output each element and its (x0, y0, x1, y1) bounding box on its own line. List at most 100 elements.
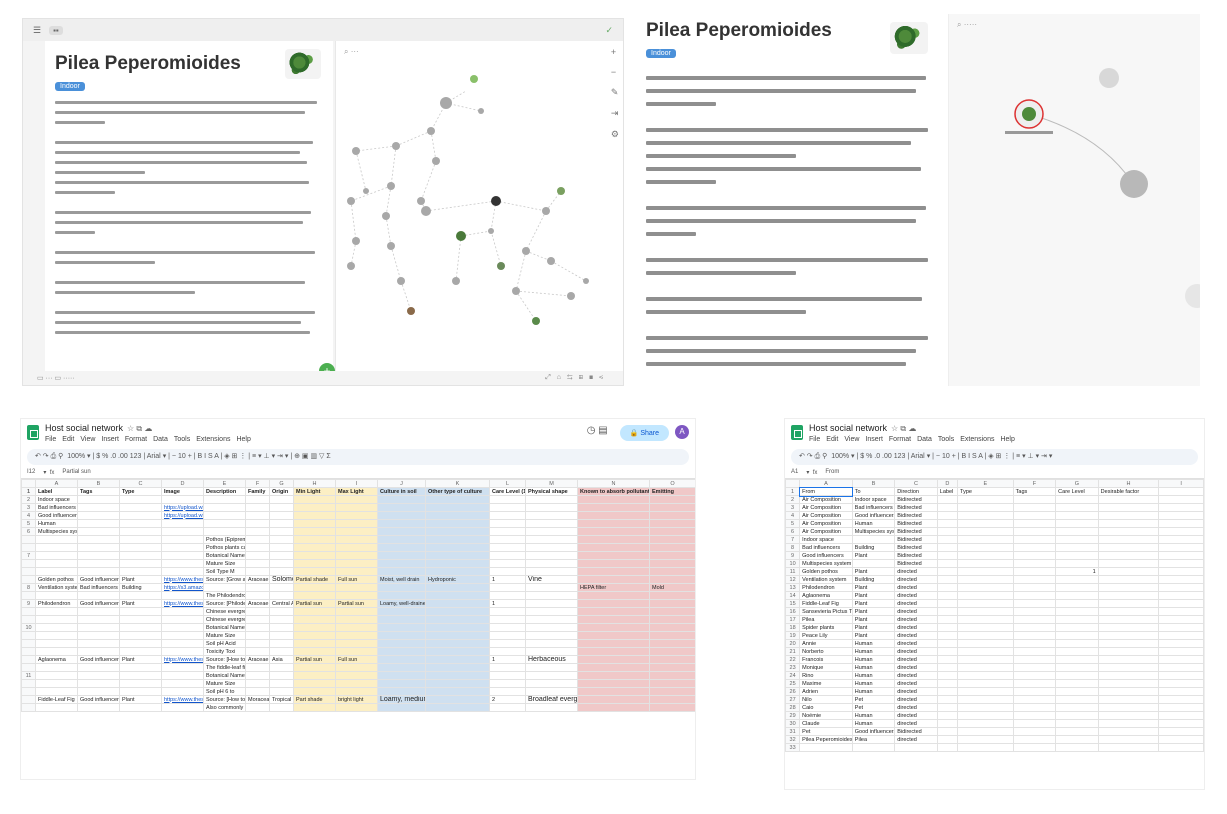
cell[interactable] (269, 687, 294, 696)
cell[interactable] (425, 551, 490, 560)
right-cell[interactable]: directed (894, 647, 938, 656)
cell[interactable] (649, 527, 695, 536)
cell[interactable] (577, 623, 650, 632)
cell[interactable]: Mature Size (203, 559, 246, 568)
right-menu-data[interactable]: Data (917, 436, 932, 443)
cell[interactable] (245, 639, 270, 648)
right-cell[interactable] (1158, 527, 1204, 536)
cell[interactable]: Source: [How to (203, 695, 246, 704)
cell[interactable] (161, 591, 204, 600)
cell[interactable]: Mature Size (203, 679, 246, 688)
cell[interactable] (335, 543, 378, 552)
right-cell[interactable] (936, 495, 959, 504)
cell[interactable] (119, 591, 162, 600)
cell[interactable] (649, 615, 695, 624)
right-menu-file[interactable]: File (809, 436, 820, 443)
cell[interactable] (245, 703, 270, 712)
cell[interactable]: HEPA filter (577, 583, 650, 592)
cell[interactable]: bright light (335, 695, 378, 704)
cell[interactable] (489, 559, 526, 568)
right-cell[interactable] (1055, 647, 1099, 656)
cell[interactable] (77, 615, 120, 624)
right-cell[interactable] (936, 567, 959, 576)
right-star-icon[interactable]: ☆ ⧉ ☁ (891, 424, 916, 433)
right-cell[interactable] (1055, 527, 1099, 536)
cell[interactable] (269, 663, 294, 672)
cell[interactable] (425, 527, 490, 536)
right-cell[interactable] (936, 719, 959, 728)
cell[interactable]: 1 (489, 575, 526, 584)
right-cell[interactable]: Bad influencers (799, 543, 853, 552)
cell[interactable] (649, 591, 695, 600)
right-cell[interactable] (1012, 519, 1057, 528)
right-cell[interactable] (1097, 519, 1160, 528)
cell[interactable] (377, 607, 426, 616)
right-cell[interactable] (1097, 655, 1160, 664)
cell[interactable] (119, 607, 162, 616)
header-cell[interactable]: Family (245, 487, 270, 496)
right-row-header[interactable]: 21 (785, 647, 801, 656)
row-header[interactable] (21, 687, 36, 696)
right-row-header[interactable]: 28 (785, 703, 801, 712)
right-cell[interactable]: directed (894, 719, 938, 728)
right-header-cell[interactable]: Tags (1012, 487, 1057, 496)
right-cell[interactable] (1012, 663, 1057, 672)
account-avatar[interactable]: A (675, 425, 689, 439)
cell[interactable] (293, 527, 336, 536)
right-cell[interactable] (1158, 591, 1204, 600)
cell[interactable] (335, 679, 378, 688)
cell[interactable] (335, 639, 378, 648)
right-cell[interactable] (957, 711, 1014, 720)
cell[interactable] (269, 591, 294, 600)
cell[interactable] (425, 599, 490, 608)
cell[interactable] (269, 703, 294, 712)
cell[interactable] (525, 559, 578, 568)
column-header[interactable]: F (245, 479, 270, 488)
right-row-header[interactable]: 4 (785, 511, 801, 520)
cell[interactable] (119, 671, 162, 680)
cell[interactable]: Araceae (245, 575, 270, 584)
zoomed-network-graph[interactable] (949, 14, 1200, 386)
right-cell[interactable] (1097, 615, 1160, 624)
cell[interactable] (335, 607, 378, 616)
right-cell[interactable] (1012, 687, 1057, 696)
cell[interactable] (335, 583, 378, 592)
right-row-header[interactable]: 14 (785, 591, 801, 600)
header-cell[interactable]: Image (161, 487, 204, 496)
right-cell[interactable] (1097, 703, 1160, 712)
column-header[interactable]: I (335, 479, 378, 488)
cell[interactable] (525, 551, 578, 560)
cell[interactable] (293, 639, 336, 648)
cell[interactable] (489, 607, 526, 616)
right-cell[interactable] (936, 511, 959, 520)
right-cell[interactable] (1055, 519, 1099, 528)
right-menu-help[interactable]: Help (1000, 436, 1014, 443)
cell[interactable]: Bad influencers (77, 583, 120, 592)
right-cell[interactable] (936, 503, 959, 512)
right-cell[interactable]: 1 (1055, 567, 1099, 576)
right-cell[interactable] (1158, 647, 1204, 656)
right-cell[interactable]: Peace Lily (799, 631, 853, 640)
right-cell[interactable]: Pet (851, 703, 896, 712)
column-header[interactable]: B (77, 479, 120, 488)
right-header-cell[interactable] (1158, 487, 1204, 496)
right-cell[interactable] (1012, 671, 1057, 680)
cell[interactable]: Partial sun (293, 599, 336, 608)
right-cell[interactable] (1012, 607, 1057, 616)
cell[interactable] (577, 631, 650, 640)
cell[interactable] (377, 583, 426, 592)
cell[interactable] (269, 623, 294, 632)
header-cell[interactable]: Type (119, 487, 162, 496)
cell[interactable]: Partial sun (335, 599, 378, 608)
right-cell[interactable] (1055, 575, 1099, 584)
right-cell[interactable] (1055, 695, 1099, 704)
right-cell[interactable] (1012, 727, 1057, 736)
right-formula-bar[interactable]: A1 ▾ fx From (785, 467, 1204, 479)
cell[interactable] (335, 663, 378, 672)
cell[interactable] (577, 679, 650, 688)
cell[interactable] (489, 647, 526, 656)
right-cell[interactable]: Aglaonema (799, 591, 853, 600)
right-cell[interactable] (957, 735, 1014, 744)
history-icon[interactable]: ◷ ▤ (587, 425, 608, 436)
cell[interactable] (269, 535, 294, 544)
